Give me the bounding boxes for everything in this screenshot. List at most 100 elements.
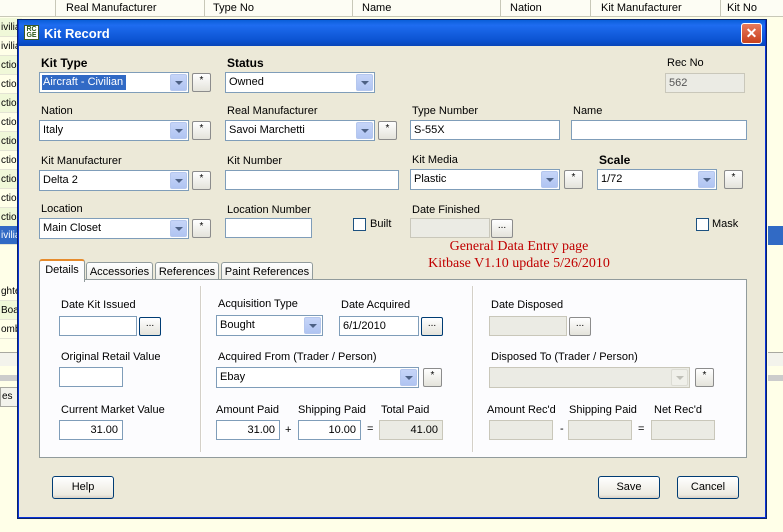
location-label: Location: [41, 203, 83, 215]
kit-manufacturer-select[interactable]: Delta 2: [39, 170, 189, 191]
chevron-down-icon[interactable]: [356, 122, 373, 139]
background-divider-edge: [768, 375, 783, 381]
date-finished-picker-button[interactable]: ...: [491, 219, 513, 238]
cancel-button[interactable]: Cancel: [677, 476, 739, 499]
kit-number-field[interactable]: [225, 170, 399, 190]
help-button[interactable]: Help: [52, 476, 114, 499]
location-value: Main Closet: [43, 222, 102, 234]
acquired-from-label: Acquired From (Trader / Person): [218, 351, 377, 363]
chevron-down-icon[interactable]: [356, 74, 373, 91]
status-select[interactable]: Owned: [225, 72, 375, 93]
column-separator: [500, 0, 501, 17]
equals-sign: =: [367, 423, 374, 435]
date-acquired-picker-button[interactable]: ...: [421, 317, 443, 336]
total-paid-field: 41.00: [379, 420, 443, 440]
real-manufacturer-value: Savoi Marchetti: [229, 124, 305, 136]
column-header-nation[interactable]: Nation: [510, 2, 542, 14]
date-acquired-field[interactable]: 6/1/2010: [339, 316, 419, 336]
amount-recd-field: [489, 420, 553, 440]
shipping-paid-disposal-field: [568, 420, 632, 440]
add-real-manufacturer-button[interactable]: *: [378, 121, 397, 140]
background-scrollbar-edge[interactable]: [768, 352, 783, 366]
column-separator: [590, 0, 591, 17]
acquisition-type-select[interactable]: Bought: [216, 315, 323, 336]
type-number-field[interactable]: S-55X: [410, 120, 560, 140]
add-kit-type-button[interactable]: *: [192, 73, 211, 92]
kit-media-label: Kit Media: [412, 154, 458, 166]
location-select[interactable]: Main Closet: [39, 218, 189, 239]
chevron-down-icon[interactable]: [400, 369, 417, 386]
add-nation-button[interactable]: *: [192, 121, 211, 140]
kit-record-dialog: RC GE Kit Record ✕ Kit Type Aircraft - Ci…: [18, 20, 766, 518]
chevron-down-icon[interactable]: [170, 122, 187, 139]
add-disposed-to-button[interactable]: *: [695, 368, 714, 387]
column-header-kit-manufacturer[interactable]: Kit Manufacturer: [601, 2, 682, 14]
built-label: Built: [370, 218, 392, 230]
amount-recd-label: Amount Rec'd: [487, 404, 556, 416]
column-separator: [204, 0, 205, 17]
column-separator: [55, 0, 56, 17]
scale-value: 1/72: [601, 173, 623, 185]
date-kit-issued-picker-button[interactable]: ...: [139, 317, 161, 336]
add-scale-button[interactable]: *: [724, 170, 743, 189]
chevron-down-icon[interactable]: [698, 171, 715, 188]
add-kit-manufacturer-button[interactable]: *: [192, 171, 211, 190]
kit-type-label: Kit Type: [41, 56, 88, 70]
rec-no-field: 562: [665, 73, 745, 93]
background-scrollbar[interactable]: [0, 352, 20, 366]
scale-select[interactable]: 1/72: [597, 169, 717, 190]
close-button[interactable]: ✕: [741, 23, 762, 44]
close-icon: ✕: [745, 25, 758, 41]
background-divider: [0, 375, 20, 381]
chevron-down-icon[interactable]: [541, 171, 558, 188]
rec-no-label: Rec No: [667, 57, 704, 69]
disposed-to-label: Disposed To (Trader / Person): [491, 351, 638, 363]
nation-select[interactable]: Italy: [39, 120, 189, 141]
original-retail-value-field[interactable]: [59, 367, 123, 387]
built-checkbox[interactable]: [353, 218, 366, 231]
save-button[interactable]: Save: [598, 476, 660, 499]
kit-media-select[interactable]: Plastic: [410, 169, 560, 190]
background-tab[interactable]: es: [0, 387, 20, 407]
date-finished-label: Date Finished: [412, 204, 480, 216]
net-recd-field: [651, 420, 715, 440]
scale-label: Scale: [599, 153, 631, 167]
tab-details[interactable]: Details: [39, 259, 85, 282]
date-kit-issued-field[interactable]: [59, 316, 137, 336]
shipping-paid-disposal-label: Shipping Paid: [569, 404, 637, 416]
add-location-button[interactable]: *: [192, 219, 211, 238]
chevron-down-icon: [671, 369, 688, 386]
add-kit-media-button[interactable]: *: [564, 170, 583, 189]
location-number-field[interactable]: [225, 218, 312, 238]
note-line-1: General Data Entry page: [449, 239, 589, 254]
background-row-selected-edge: [768, 226, 783, 245]
title-bar[interactable]: RC GE Kit Record ✕: [19, 20, 765, 46]
add-acquired-from-button[interactable]: *: [423, 368, 442, 387]
acquired-from-select[interactable]: Ebay: [216, 367, 419, 388]
current-market-value-field[interactable]: 31.00: [59, 420, 123, 440]
column-header-type-no[interactable]: Type No: [213, 2, 254, 14]
column-divider: [472, 286, 474, 452]
amount-paid-field[interactable]: 31.00: [216, 420, 280, 440]
kit-app-icon: RC GE: [24, 25, 39, 40]
minus-sign: -: [560, 423, 564, 435]
kit-type-select[interactable]: Aircraft - Civilian: [39, 72, 189, 93]
shipping-paid-field[interactable]: 10.00: [298, 420, 361, 440]
name-field[interactable]: [571, 120, 747, 140]
mask-checkbox[interactable]: [696, 218, 709, 231]
column-header-name[interactable]: Name: [362, 2, 391, 14]
name-label: Name: [573, 105, 603, 117]
chevron-down-icon[interactable]: [170, 172, 187, 189]
mask-label: Mask: [712, 218, 739, 230]
column-separator: [720, 0, 721, 17]
column-header-real-manufacturer[interactable]: Real Manufacturer: [66, 2, 157, 14]
real-manufacturer-select[interactable]: Savoi Marchetti: [225, 120, 375, 141]
column-separator: [352, 0, 353, 17]
chevron-down-icon[interactable]: [170, 74, 187, 91]
chevron-down-icon[interactable]: [304, 317, 321, 334]
acquired-from-value: Ebay: [220, 371, 246, 383]
column-header-kit-no[interactable]: Kit No: [727, 2, 757, 14]
date-disposed-picker-button[interactable]: ...: [569, 317, 591, 336]
chevron-down-icon[interactable]: [170, 220, 187, 237]
kit-manufacturer-label: Kit Manufacturer: [41, 155, 122, 167]
